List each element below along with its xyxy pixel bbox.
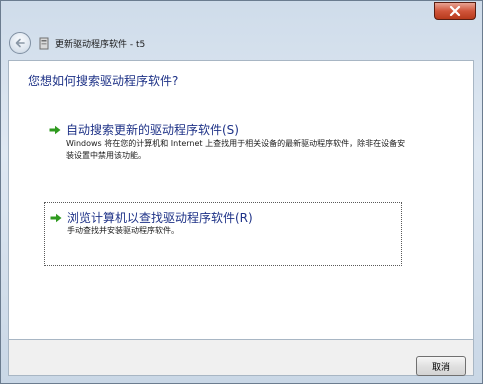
auto-search-option[interactable]: 自动搜索更新的驱动程序软件(S) Windows 将在您的计算机和 Intern…	[44, 116, 405, 182]
auto-search-description: Windows 将在您的计算机和 Internet 上查找用于相关设备的最新驱动…	[66, 139, 406, 160]
navigation-bar: 更新驱动程序软件 - t5	[9, 31, 474, 57]
green-arrow-icon	[50, 213, 62, 223]
title-bar	[1, 1, 482, 25]
page-heading: 您想如何搜索驱动程序软件?	[28, 74, 179, 88]
back-arrow-icon	[15, 38, 25, 48]
browse-computer-option[interactable]: 浏览计算机以查找驱动程序软件(R) 手动查找并安装驱动程序软件。	[44, 202, 402, 266]
auto-search-title: 自动搜索更新的驱动程序软件(S)	[66, 123, 239, 137]
browse-computer-description: 手动查找并安装驱动程序软件。	[67, 226, 179, 235]
hardware-device-icon	[39, 37, 49, 50]
window-title: 更新驱动程序软件 - t5	[55, 40, 146, 50]
content-panel	[8, 60, 474, 340]
browse-computer-title: 浏览计算机以查找驱动程序软件(R)	[67, 211, 253, 225]
close-button[interactable]	[434, 2, 476, 20]
cancel-button[interactable]: 取消	[416, 356, 466, 376]
footer-bar	[8, 340, 474, 376]
green-arrow-icon	[49, 125, 61, 135]
back-button[interactable]	[9, 32, 31, 54]
close-icon	[449, 6, 461, 16]
